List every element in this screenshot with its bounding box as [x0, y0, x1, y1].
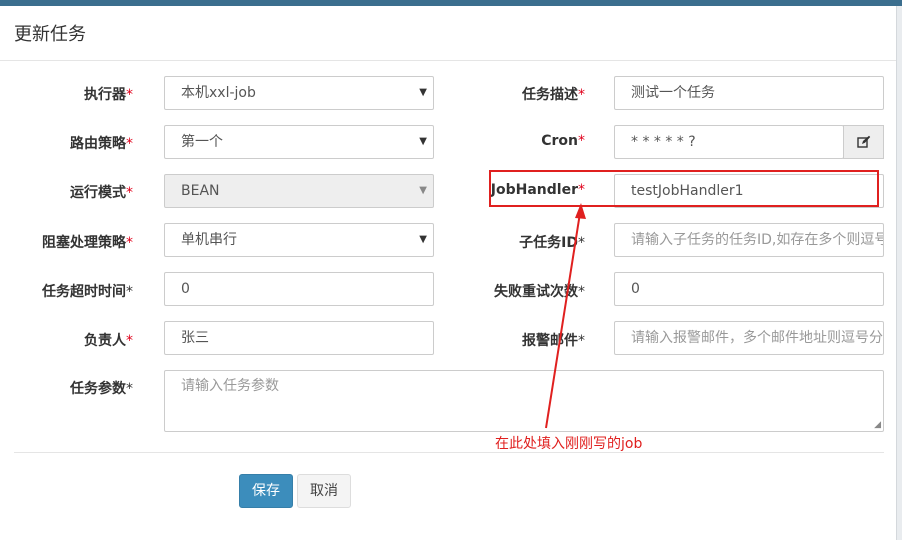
annotation-text: 在此处填入刚刚写的job — [495, 436, 643, 452]
annotation-arrow — [545, 203, 586, 429]
